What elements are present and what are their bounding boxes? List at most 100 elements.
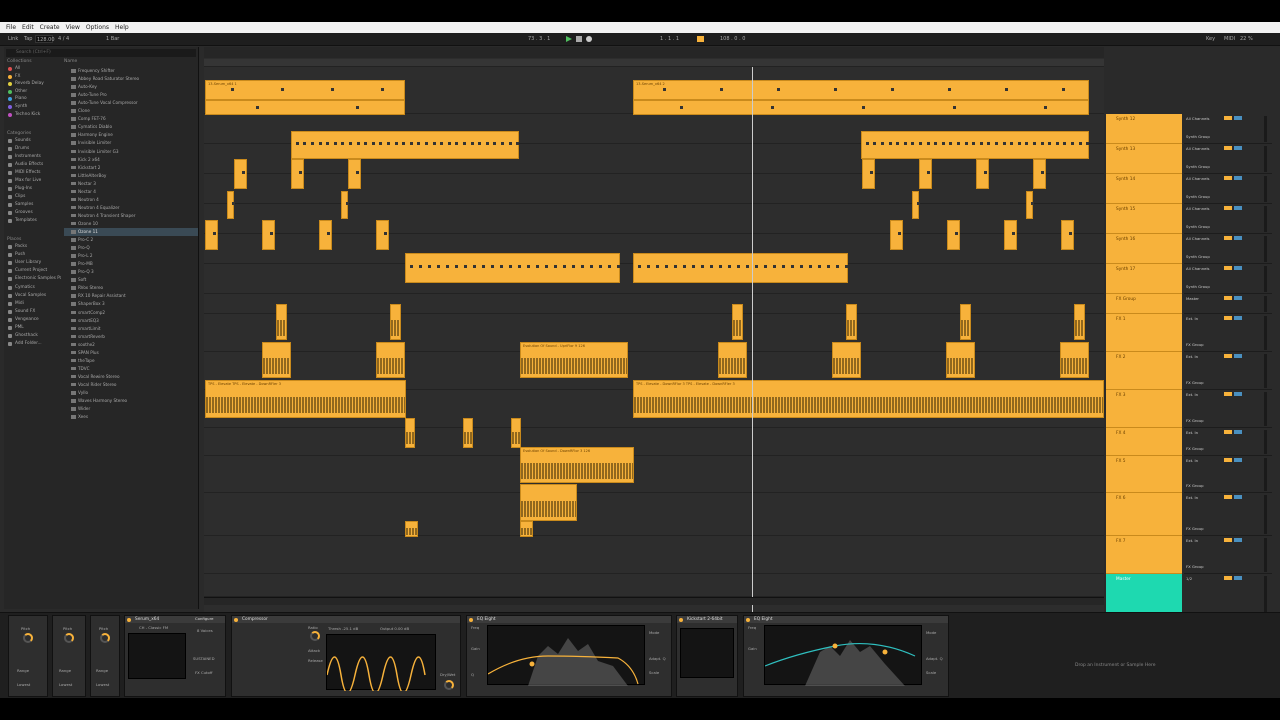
browser-item[interactable]: Soft bbox=[64, 276, 198, 284]
track-header[interactable]: FX 2 bbox=[1106, 352, 1182, 390]
input-type-select[interactable]: Ext. In bbox=[1186, 495, 1198, 500]
output-routing-select[interactable]: FX Group bbox=[1186, 418, 1204, 423]
browser-item[interactable]: Pro-C 2 bbox=[64, 236, 198, 244]
eq1-power-icon[interactable] bbox=[469, 617, 473, 622]
quantize-menu[interactable]: 1 Bar bbox=[106, 36, 119, 42]
browser-item[interactable]: soothe2 bbox=[64, 341, 198, 349]
input-type-select[interactable]: Master bbox=[1186, 296, 1199, 301]
arrangement-clip[interactable] bbox=[947, 220, 960, 250]
arrangement-clip[interactable] bbox=[511, 418, 521, 448]
arrangement-lane[interactable] bbox=[204, 428, 1104, 456]
input-type-select[interactable]: Ext. In bbox=[1186, 430, 1198, 435]
arrangement-clip[interactable] bbox=[1074, 304, 1085, 340]
place-item[interactable]: Current Project bbox=[6, 267, 61, 275]
track-header[interactable]: Synth 13 bbox=[1106, 144, 1182, 174]
configure-button[interactable]: Configure bbox=[195, 616, 213, 621]
arrangement-clip[interactable] bbox=[390, 304, 401, 340]
arrangement-clip[interactable] bbox=[227, 191, 235, 219]
arrangement-clip[interactable] bbox=[291, 159, 304, 189]
track-activator-button[interactable] bbox=[1224, 266, 1232, 270]
kickstart-power-icon[interactable] bbox=[679, 617, 683, 622]
browser-item[interactable]: Pro-Q 3 bbox=[64, 268, 198, 276]
arrangement-overview[interactable] bbox=[204, 47, 1104, 58]
place-item[interactable]: Add Folder... bbox=[6, 340, 61, 348]
arrangement-clip[interactable] bbox=[732, 304, 743, 340]
time-ruler-bottom[interactable] bbox=[204, 597, 1104, 605]
browser-item[interactable]: Pro-Q bbox=[64, 244, 198, 252]
arrangement-lane[interactable] bbox=[204, 536, 1104, 574]
arrangement-lane[interactable] bbox=[204, 574, 1104, 597]
input-type-select[interactable]: Ext. In bbox=[1186, 392, 1198, 397]
track-header[interactable]: Synth 17 bbox=[1106, 264, 1182, 294]
arrangement-clip[interactable]: Evolution Of Sound - UpriFlor 9 126 bbox=[520, 342, 628, 378]
track-header[interactable]: FX 1 bbox=[1106, 314, 1182, 352]
category-item[interactable]: Grooves bbox=[6, 209, 61, 217]
track-header[interactable]: Synth 15 bbox=[1106, 204, 1182, 234]
input-type-select[interactable]: All Channels bbox=[1186, 206, 1209, 211]
output-routing-select[interactable]: FX Group bbox=[1186, 446, 1204, 451]
category-item[interactable]: Drums bbox=[6, 145, 61, 153]
output-routing-select[interactable]: FX Group bbox=[1186, 526, 1204, 531]
arrangement-clip[interactable] bbox=[1026, 191, 1034, 219]
browser-item[interactable]: RX 10 Repair Assistant bbox=[64, 292, 198, 300]
output-routing-select[interactable]: Synth Group bbox=[1186, 224, 1210, 229]
browser-item[interactable]: Nectar 4 bbox=[64, 188, 198, 196]
place-item[interactable]: Push bbox=[6, 251, 61, 259]
place-item[interactable]: User Library bbox=[6, 259, 61, 267]
browser-item[interactable]: Neutron 4 Transient Shaper bbox=[64, 212, 198, 220]
arrangement-clip[interactable] bbox=[919, 159, 932, 189]
arrangement-clip[interactable] bbox=[463, 418, 473, 448]
arrangement-clip[interactable] bbox=[276, 304, 287, 340]
track-header[interactable]: Synth 12 bbox=[1106, 114, 1182, 144]
collection-item[interactable]: FX bbox=[6, 73, 61, 81]
compressor-title-bar[interactable]: Compressor bbox=[232, 616, 460, 623]
place-item[interactable]: Vocal Samples bbox=[6, 292, 61, 300]
place-item[interactable]: Packs bbox=[6, 243, 61, 251]
browser-item[interactable]: Comp FET-76 bbox=[64, 115, 198, 123]
drop-instrument-hint[interactable]: Drop an Instrument or Sample Here bbox=[1075, 663, 1156, 668]
category-item[interactable]: Instruments bbox=[6, 153, 61, 161]
arrangement-clip[interactable] bbox=[405, 418, 415, 448]
arrangement-position-counter[interactable]: 73 . 3 . 1 bbox=[528, 36, 550, 42]
input-type-select[interactable]: All Channels bbox=[1186, 116, 1209, 121]
track-activator-button[interactable] bbox=[1224, 538, 1232, 542]
browser-item[interactable]: Xees bbox=[64, 413, 198, 421]
browser-item[interactable]: Clone bbox=[64, 107, 198, 115]
input-type-select[interactable]: All Channels bbox=[1186, 236, 1209, 241]
arrangement-clip[interactable] bbox=[912, 191, 920, 219]
solo-button[interactable] bbox=[1234, 176, 1242, 180]
place-item[interactable]: Vengeance bbox=[6, 316, 61, 324]
place-item[interactable]: Cymatics bbox=[6, 284, 61, 292]
arrangement-clip[interactable] bbox=[205, 100, 405, 115]
track-header[interactable]: FX 4 bbox=[1106, 428, 1182, 456]
track-activator-button[interactable] bbox=[1224, 354, 1232, 358]
browser-item[interactable]: SPAN Plus bbox=[64, 349, 198, 357]
arrangement-clip[interactable] bbox=[520, 521, 533, 537]
arrangement-clip[interactable] bbox=[960, 304, 971, 340]
category-item[interactable]: Max for Live bbox=[6, 177, 61, 185]
browser-item[interactable]: Waves Harmony Stereo bbox=[64, 397, 198, 405]
collection-item[interactable]: Synth bbox=[6, 103, 61, 111]
menu-options[interactable]: Options bbox=[86, 24, 109, 31]
solo-button[interactable] bbox=[1234, 146, 1242, 150]
output-routing-select[interactable]: Synth Group bbox=[1186, 164, 1210, 169]
output-routing-select[interactable]: FX Group bbox=[1186, 483, 1204, 488]
browser-item[interactable]: Auto-Key bbox=[64, 83, 198, 91]
track-activator-button[interactable] bbox=[1224, 576, 1232, 580]
solo-button[interactable] bbox=[1234, 538, 1242, 542]
browser-item[interactable]: Neutron 4 bbox=[64, 196, 198, 204]
loop-toggle-button[interactable] bbox=[697, 36, 704, 42]
track-header[interactable]: FX 3 bbox=[1106, 390, 1182, 428]
place-item[interactable]: PML bbox=[6, 324, 61, 332]
track-activator-button[interactable] bbox=[1224, 116, 1232, 120]
arrangement-clip[interactable] bbox=[976, 159, 989, 189]
eq1-spectrum-display[interactable] bbox=[487, 625, 645, 686]
menu-help[interactable]: Help bbox=[115, 24, 129, 31]
browser-item[interactable]: Nectar 3 bbox=[64, 180, 198, 188]
track-header[interactable]: FX Group bbox=[1106, 294, 1182, 314]
place-item[interactable]: Midi bbox=[6, 300, 61, 308]
eq1-adapt-label[interactable]: Adapt. Q bbox=[649, 656, 666, 661]
input-type-select[interactable]: Ext. In bbox=[1186, 458, 1198, 463]
input-type-select[interactable]: All Channels bbox=[1186, 266, 1209, 271]
arrangement-lane[interactable] bbox=[204, 204, 1104, 234]
